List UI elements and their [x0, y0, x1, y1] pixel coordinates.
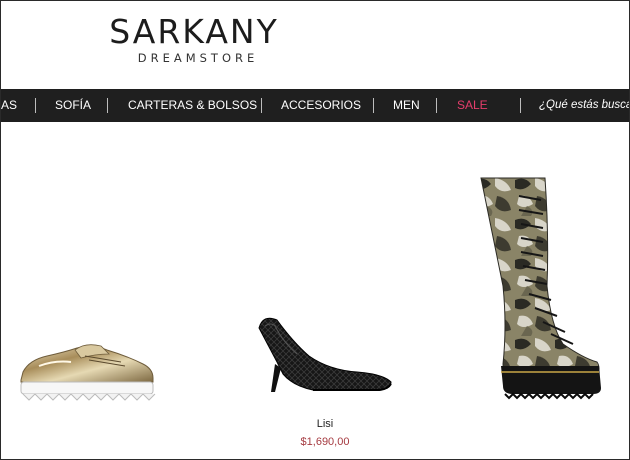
nav-item-sale[interactable]: SALE: [457, 89, 488, 122]
nav-item-as[interactable]: AS: [1, 89, 17, 122]
nav-divider: [373, 98, 374, 113]
main-nav: AS SOFÍA CARTERAS & BOLSOS ACCESORIOS ME…: [1, 89, 629, 122]
camouflage-lace-up-boot-image: [480, 177, 601, 400]
brand-name: SARKANY: [109, 12, 279, 51]
brand-logo[interactable]: SARKANY DREAMSTORE: [91, 12, 297, 66]
product-name[interactable]: Lisi: [275, 418, 375, 430]
gold-platform-oxford-shoe-image: [20, 344, 156, 401]
nav-divider: [436, 98, 437, 113]
product-card-lisi[interactable]: Lisi $1,690,00: [253, 312, 398, 448]
nav-item-men[interactable]: MEN: [393, 89, 420, 122]
nav-item-carteras-bolsos[interactable]: CARTERAS & BOLSOS: [128, 89, 257, 122]
nav-item-sofia[interactable]: SOFÍA: [55, 89, 91, 122]
header: SARKANY DREAMSTORE: [1, 1, 629, 89]
nav-divider: [35, 98, 36, 113]
brand-tagline: DREAMSTORE: [137, 51, 259, 65]
black-snakeskin-pump-image: [258, 317, 392, 392]
nav-divider: [107, 98, 108, 113]
product-price: $1,690,00: [300, 436, 350, 448]
product-card-gold-oxford[interactable]: [15, 332, 160, 407]
product-grid: Lisi $1,690,00: [1, 122, 629, 459]
nav-item-accesorios[interactable]: ACCESORIOS: [281, 89, 361, 122]
page-frame: SARKANY DREAMSTORE AS SOFÍA CARTERAS & B…: [0, 0, 630, 460]
search-field[interactable]: ¿Qué estás buscando?: [539, 89, 629, 122]
product-card-camo-boot[interactable]: [473, 176, 603, 404]
nav-divider: [261, 98, 262, 113]
nav-divider: [520, 98, 521, 113]
